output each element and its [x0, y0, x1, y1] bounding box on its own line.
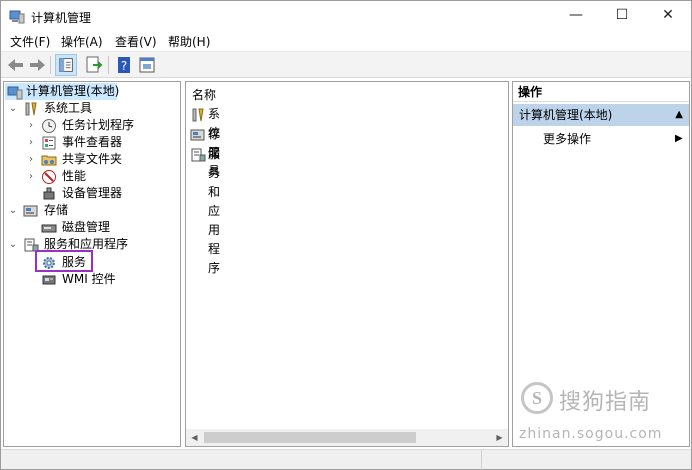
tools-icon [25, 102, 37, 116]
disk-management-icon [41, 224, 57, 233]
toolbar-separator [108, 56, 109, 74]
column-header-name[interactable]: 名称 [192, 86, 216, 103]
menu-action[interactable]: 操作(A) [58, 33, 106, 50]
minimize-button[interactable]: — [553, 1, 599, 31]
tree-label-storage: 存储 [44, 203, 69, 217]
chevron-down-icon[interactable]: ⌄ [8, 236, 18, 253]
properties-icon[interactable] [136, 54, 158, 76]
window-title: 计算机管理 [31, 11, 92, 25]
more-actions-item[interactable]: 更多操作 [543, 130, 591, 148]
clock-icon [42, 119, 56, 133]
console-tree: 计算机管理(本地) ⌄ 系统工具 › 任务计划程序 › 事件查看器 › 共享文件… [3, 81, 181, 447]
menu-view[interactable]: 查看(V) [112, 33, 160, 50]
tree-label-task-scheduler: 任务计划程序 [62, 118, 135, 132]
services-apps-icon [191, 148, 206, 162]
chevron-down-icon[interactable]: ⌄ [8, 100, 18, 117]
watermark-text: 搜狗指南 [559, 390, 652, 415]
submenu-arrow-icon[interactable]: ▶ [675, 130, 683, 148]
show-hide-tree-icon[interactable] [55, 54, 77, 76]
back-arrow-icon[interactable] [5, 54, 27, 76]
chevron-right-icon[interactable]: › [26, 151, 36, 168]
device-manager-icon [43, 187, 55, 200]
watermark-url: zhinan.sogou.com [519, 426, 663, 442]
tree-label-shared-folders: 共享文件夹 [62, 152, 123, 166]
list-item-label: 服务和应用程序 [208, 147, 221, 275]
event-viewer-icon [42, 136, 56, 150]
watermark-logo: S [521, 382, 553, 414]
chevron-right-icon[interactable]: › [26, 134, 36, 151]
tree-item-disk-management[interactable]: 磁盘管理 [26, 219, 176, 236]
performance-icon [42, 170, 56, 184]
tree-item-root[interactable]: 计算机管理(本地) [5, 83, 120, 100]
tree-label-performance: 性能 [62, 169, 87, 183]
tree-label-root: 计算机管理(本地) [26, 84, 120, 98]
status-bar-cell [481, 450, 691, 470]
tools-icon [192, 108, 204, 122]
tree-item-event-viewer[interactable]: › 事件查看器 [26, 134, 176, 151]
toolbar-separator [50, 56, 51, 74]
scroll-right-icon[interactable]: ▶ [491, 429, 508, 446]
toolbar: ? [1, 51, 691, 78]
export-list-icon[interactable] [83, 54, 105, 76]
tree-label-system-tools: 系统工具 [44, 101, 93, 115]
scrollbar-thumb[interactable] [204, 432, 416, 443]
close-icon: ✕ [662, 7, 674, 23]
maximize-button[interactable]: ☐ [599, 1, 645, 31]
svg-text:?: ? [121, 59, 127, 73]
tree-item-wmi[interactable]: WMI 控件 [26, 271, 176, 288]
forward-arrow-icon[interactable] [26, 54, 48, 76]
storage-icon [23, 205, 38, 217]
wmi-control-icon [42, 275, 56, 285]
services-highlight-box [35, 250, 93, 272]
menu-bar: 文件(F) 操作(A) 查看(V) 帮助(H) [1, 31, 691, 51]
chevron-down-icon[interactable]: ⌄ [8, 202, 18, 219]
tree-item-device-manager[interactable]: 设备管理器 [26, 185, 176, 202]
title-bar: 计算机管理 — ☐ ✕ [1, 1, 691, 31]
tree-label-event-viewer: 事件查看器 [62, 135, 123, 149]
storage-icon [190, 129, 205, 141]
tree-item-system-tools[interactable]: ⌄ 系统工具 [8, 100, 168, 117]
content-pane: 名称 系统工具 存储 服务和应用程序 ◀ ▶ [185, 81, 509, 447]
tree-label-disk-management: 磁盘管理 [62, 220, 111, 234]
horizontal-scrollbar[interactable]: ◀ ▶ [186, 429, 508, 446]
menu-help[interactable]: 帮助(H) [165, 33, 213, 50]
menu-file[interactable]: 文件(F) [7, 33, 53, 50]
minimize-icon: — [569, 7, 583, 23]
actions-header: 操作 [513, 82, 689, 102]
computer-management-icon [7, 86, 23, 100]
tree-item-storage[interactable]: ⌄ 存储 [8, 202, 168, 219]
actions-section-label: 计算机管理(本地) [519, 108, 613, 122]
collapse-up-icon[interactable]: ▲ [675, 104, 683, 126]
scroll-left-icon[interactable]: ◀ [186, 429, 203, 446]
status-bar [1, 449, 691, 470]
actions-pane: 操作 计算机管理(本地) ▲ 更多操作 ▶ S 搜狗指南 zhinan.sogo… [512, 81, 690, 447]
maximize-icon: ☐ [615, 7, 629, 23]
computer-management-window: 计算机管理 — ☐ ✕ 文件(F) 操作(A) 查看(V) 帮助(H) ? 计算… [0, 0, 692, 470]
shared-folder-icon [41, 155, 57, 166]
help-icon[interactable]: ? [113, 54, 135, 76]
actions-section-computer-management[interactable]: 计算机管理(本地) ▲ [513, 104, 689, 126]
close-button[interactable]: ✕ [645, 1, 691, 31]
tree-label-device-manager: 设备管理器 [62, 186, 123, 200]
tree-item-performance[interactable]: › 性能 [26, 168, 176, 185]
chevron-right-icon[interactable]: › [26, 117, 36, 134]
computer-management-icon [9, 10, 25, 24]
tree-label-wmi: WMI 控件 [62, 272, 116, 286]
tree-item-task-scheduler[interactable]: › 任务计划程序 [26, 117, 176, 134]
tree-item-shared-folders[interactable]: › 共享文件夹 [26, 151, 176, 168]
chevron-right-icon[interactable]: › [26, 168, 36, 185]
